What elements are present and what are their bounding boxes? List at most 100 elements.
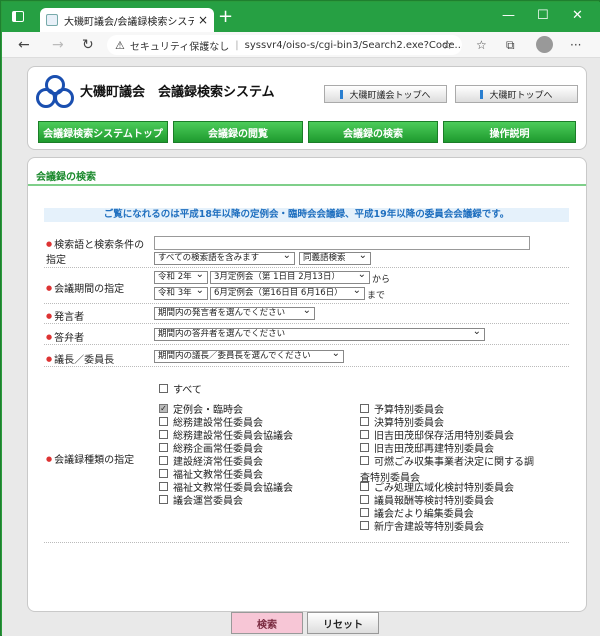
warning-icon[interactable]: ⚠ bbox=[115, 39, 125, 52]
maximize-icon[interactable]: ☐ bbox=[537, 8, 549, 23]
url-separator: | bbox=[235, 39, 239, 51]
keyword-input[interactable] bbox=[154, 236, 530, 250]
council-top-link-label: 大磯町議会トップへ bbox=[349, 90, 431, 101]
profile-avatar[interactable] bbox=[536, 36, 553, 53]
favorites-icon[interactable]: ☆ bbox=[476, 36, 487, 54]
window-menu-icon[interactable] bbox=[12, 11, 24, 22]
tab-title: 大磯町議会/会議録検索システム bbox=[64, 16, 194, 28]
checkbox-box[interactable] bbox=[360, 404, 369, 413]
town-top-link[interactable]: 大磯町トップへ bbox=[455, 85, 578, 103]
condition-select[interactable]: すべての検索語を含みます bbox=[154, 252, 295, 265]
checkbox-box[interactable] bbox=[360, 443, 369, 452]
menu-search-top[interactable]: 会議録検索システムトップ bbox=[38, 121, 168, 143]
speaker-row: ● 発言者 期間内の発言者を選んでください bbox=[44, 304, 569, 324]
new-tab-icon[interactable]: + bbox=[218, 7, 233, 27]
bullet-icon: ● bbox=[46, 284, 53, 292]
menu-search[interactable]: 会議録の検索 bbox=[308, 121, 438, 143]
checkbox-box[interactable] bbox=[159, 430, 168, 439]
close-window-icon[interactable]: ✕ bbox=[572, 8, 583, 23]
answerer-select[interactable]: 期間内の答弁者を選んでください bbox=[154, 328, 485, 341]
checkbox-box[interactable] bbox=[360, 430, 369, 439]
meeting-type-checkbox[interactable]: 可燃ごみ収集事業者決定に関する調 bbox=[360, 453, 534, 468]
back-icon[interactable]: ← bbox=[18, 36, 30, 54]
address-bar[interactable]: ⚠ セキュリティ保護なし | syssvr4/oiso-s/cgi-bin3/S… bbox=[107, 35, 462, 55]
bullet-icon: ● bbox=[46, 240, 53, 248]
type-row: ● 会議録種類の指定 すべて ✓ 定例会・臨時会 総務建設常任委員会 総務建設常任委員会… bbox=[44, 367, 569, 543]
browser-window: 大磯町議会/会議録検索システム × + — ☐ ✕ ← → ↻ ⚠ セキュリティ… bbox=[0, 0, 600, 636]
speaker-label-text: 発言者 bbox=[54, 312, 85, 323]
collections-icon[interactable]: ⧉ bbox=[506, 36, 515, 54]
checked-box-icon[interactable]: ✓ bbox=[159, 404, 168, 413]
type-label-text: 会議録種類の指定 bbox=[54, 455, 135, 466]
checkbox-box[interactable] bbox=[360, 495, 369, 504]
more-menu-icon[interactable]: ··· bbox=[570, 36, 581, 54]
checkbox-box[interactable] bbox=[360, 508, 369, 517]
checkbox-box[interactable] bbox=[360, 521, 369, 530]
to-session-select[interactable]: 6月定例会（第16日目 6月16日） bbox=[210, 287, 365, 300]
site-title: 大磯町議会 会議録検索システム bbox=[80, 85, 275, 100]
search-panel: 会議録の検索 ご覧になれるのは平成18年以降の定例会・臨時会会議録、平成19年以… bbox=[27, 157, 587, 634]
council-top-link[interactable]: 大磯町議会トップへ bbox=[324, 85, 447, 103]
town-top-link-label: 大磯町トップへ bbox=[489, 90, 553, 101]
tab-close-icon[interactable]: × bbox=[198, 13, 208, 27]
site-header: 大磯町議会 会議録検索システム 大磯町議会トップへ 大磯町トップへ 会議録検索シ… bbox=[27, 66, 587, 150]
speaker-label: ● 発言者 bbox=[46, 308, 84, 323]
meeting-type-label: 新庁舎建設等特別委員会 bbox=[374, 522, 484, 533]
chair-label-text: 議長／委員長 bbox=[54, 355, 115, 366]
answerer-label-text: 答弁者 bbox=[54, 333, 85, 344]
search-button[interactable]: 検索 bbox=[231, 612, 303, 634]
checkbox-box[interactable] bbox=[159, 469, 168, 478]
meeting-type-checkbox[interactable]: 議会運営委員会 bbox=[159, 492, 243, 507]
link-marker-icon bbox=[340, 89, 344, 99]
checkbox-box[interactable] bbox=[159, 417, 168, 426]
period-label: ● 会議期間の指定 bbox=[46, 280, 124, 295]
url-text: syssvr4/oiso-s/cgi-bin3/Search2.exe?Code… bbox=[244, 39, 462, 51]
checkbox-box[interactable] bbox=[360, 456, 369, 465]
favorite-star-icon[interactable]: ☆ bbox=[442, 36, 453, 54]
bullet-icon: ● bbox=[46, 312, 53, 320]
checkbox-box[interactable] bbox=[159, 456, 168, 465]
from-year-select[interactable]: 令和 2年 bbox=[154, 271, 208, 284]
section-title: 会議録の検索 bbox=[36, 172, 96, 183]
from-session-select[interactable]: 3月定例会（第 1日目 2月13日） bbox=[210, 271, 370, 284]
answerer-label: ● 答弁者 bbox=[46, 329, 84, 344]
checkbox-box[interactable] bbox=[159, 495, 168, 504]
reload-icon[interactable]: ↻ bbox=[82, 36, 94, 54]
type-all-label: すべて bbox=[173, 385, 202, 396]
tab-bar: 大磯町議会/会議録検索システム × + — ☐ ✕ bbox=[2, 2, 600, 32]
keyword-label-text: 検索語と検索条件の bbox=[54, 240, 145, 251]
page-favicon-icon bbox=[46, 14, 58, 26]
meeting-type-checkbox[interactable]: 新庁舎建設等特別委員会 bbox=[360, 518, 484, 533]
bullet-icon: ● bbox=[46, 455, 53, 463]
security-label: セキュリティ保護なし bbox=[129, 41, 230, 53]
synonym-select[interactable]: 同義語検索 bbox=[299, 252, 371, 265]
link-marker-icon bbox=[480, 89, 484, 99]
browser-tab[interactable]: 大磯町議会/会議録検索システム × bbox=[40, 8, 214, 32]
bullet-icon: ● bbox=[46, 333, 53, 341]
to-text: まで bbox=[367, 291, 386, 301]
from-text: から bbox=[372, 275, 391, 285]
period-label-text: 会議期間の指定 bbox=[54, 284, 125, 295]
meeting-type-label: 可燃ごみ収集事業者決定に関する調 bbox=[374, 457, 534, 468]
keyword-row: ●検索語と検索条件の 指定 すべての検索語を含みます 同義語検索 bbox=[44, 232, 569, 268]
forward-icon[interactable]: → bbox=[52, 36, 64, 54]
type-label: ● 会議録種類の指定 bbox=[46, 451, 134, 466]
chair-label: ● 議長／委員長 bbox=[46, 351, 114, 366]
checkbox-box[interactable] bbox=[159, 482, 168, 491]
checkbox-box[interactable] bbox=[360, 417, 369, 426]
reset-button[interactable]: リセット bbox=[307, 612, 379, 634]
menu-browse[interactable]: 会議録の閲覧 bbox=[173, 121, 303, 143]
menu-help[interactable]: 操作説明 bbox=[443, 121, 576, 143]
keyword-label-line2: 指定 bbox=[46, 255, 66, 266]
to-year-select[interactable]: 令和 3年 bbox=[154, 287, 208, 300]
type-all-checkbox[interactable]: すべて bbox=[159, 381, 202, 396]
period-row: ●会議期間の指定 令和 2年 3月定例会（第 1日目 2月13日） から 令和 … bbox=[44, 268, 569, 304]
checkbox-box[interactable] bbox=[159, 443, 168, 452]
page-viewport: 大磯町議会 会議録検索システム 大磯町議会トップへ 大磯町トップへ 会議録検索シ… bbox=[2, 58, 600, 636]
chair-select[interactable]: 期間内の議長／委員長を選んでください bbox=[154, 350, 344, 363]
town-logo-icon bbox=[36, 75, 74, 108]
address-toolbar: ← → ↻ ⚠ セキュリティ保護なし | syssvr4/oiso-s/cgi-… bbox=[2, 32, 600, 58]
speaker-select[interactable]: 期間内の発言者を選んでください bbox=[154, 307, 315, 320]
minimize-icon[interactable]: — bbox=[502, 8, 515, 23]
checkbox-box[interactable] bbox=[159, 384, 168, 393]
